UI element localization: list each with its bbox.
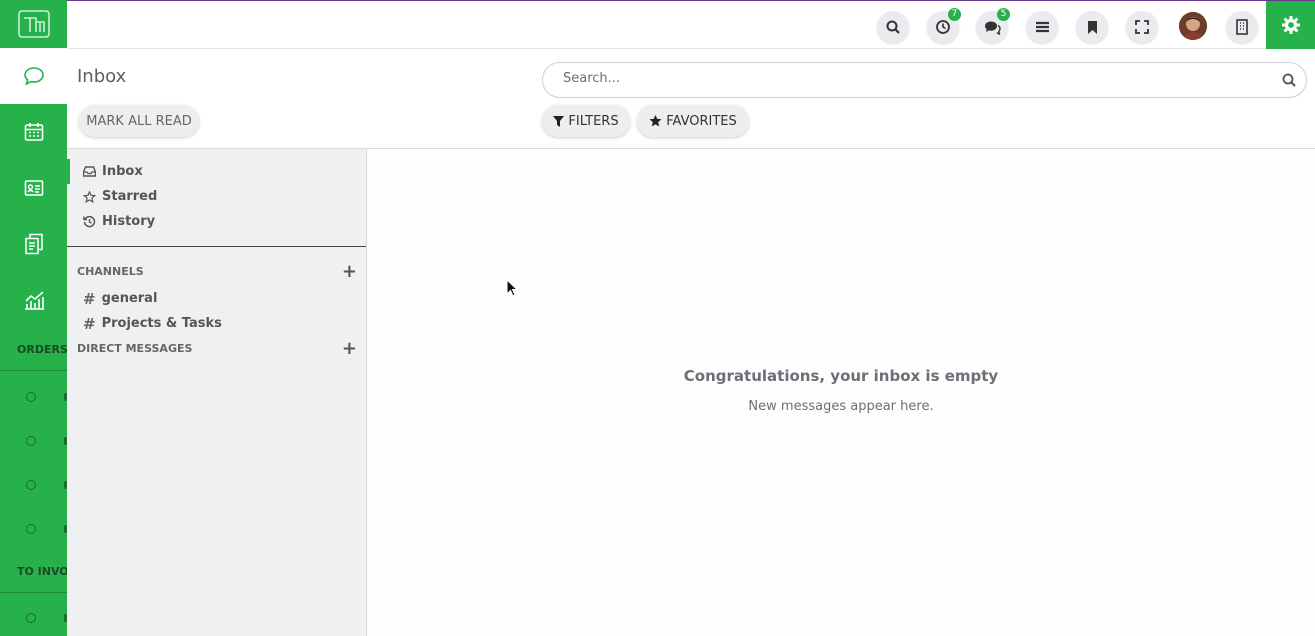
inbox-icon <box>83 166 96 177</box>
add-channel-icon[interactable]: + <box>342 261 357 282</box>
star-icon <box>649 115 662 127</box>
search-bar[interactable] <box>542 62 1307 98</box>
history-icon <box>83 215 96 228</box>
logo-icon <box>17 10 50 38</box>
filters-label: FILTERS <box>568 113 619 129</box>
mailbox-label: Inbox <box>102 164 143 179</box>
contact-card-icon <box>24 180 43 196</box>
mailbox-starred[interactable]: Starred <box>67 184 366 209</box>
direct-messages-header: DIRECT MESSAGES + <box>77 338 357 359</box>
sidebar-subitem[interactable] <box>0 596 67 636</box>
channels-header: CHANNELS + <box>77 261 357 282</box>
bookmark-button[interactable] <box>1076 11 1108 43</box>
user-avatar[interactable] <box>1179 12 1207 40</box>
top-bar: 7 5 <box>67 0 1315 49</box>
mailbox-panel: Inbox Starred History CHANNELS + # gener… <box>67 149 367 636</box>
filter-icon <box>553 115 565 127</box>
sidebar-item-contacts[interactable] <box>0 160 67 216</box>
hash-icon: # <box>83 314 96 333</box>
messages-badge: 5 <box>997 8 1010 21</box>
documents-icon <box>24 233 43 255</box>
channels-title: CHANNELS <box>77 264 144 278</box>
empty-state-subtitle: New messages appear here. <box>748 399 934 414</box>
building-icon <box>1236 19 1248 35</box>
mark-all-read-button[interactable]: MARK ALL READ <box>79 105 199 137</box>
mark-all-read-label: MARK ALL READ <box>86 113 192 129</box>
search-icon <box>1282 73 1296 87</box>
menu-button[interactable] <box>1026 11 1058 43</box>
search-icon <box>886 20 900 34</box>
activities-badge: 7 <box>948 8 961 21</box>
sidebar-section-to-invoice: TO INVO <box>0 551 67 593</box>
sidebar-subitem[interactable] <box>0 419 67 463</box>
sidebar-subitem[interactable] <box>0 463 67 507</box>
mailbox-inbox[interactable]: Inbox <box>67 159 366 184</box>
sidebar-item-documents[interactable] <box>0 216 67 272</box>
favorites-label: FAVORITES <box>666 113 737 129</box>
page-title: Inbox <box>77 66 127 87</box>
sidebar-subitem[interactable] <box>0 375 67 419</box>
hash-icon: # <box>83 289 96 308</box>
bookmark-icon <box>1087 20 1097 34</box>
channel-projects-tasks[interactable]: # Projects & Tasks <box>83 311 222 336</box>
fullscreen-button[interactable] <box>1126 11 1158 43</box>
filters-button[interactable]: FILTERS <box>542 105 630 137</box>
add-direct-message-icon[interactable]: + <box>342 338 357 359</box>
clock-icon <box>936 20 950 34</box>
mouse-cursor-icon <box>506 279 518 297</box>
chart-icon <box>24 291 44 310</box>
expand-icon <box>1135 20 1149 34</box>
chat-bubbles-icon <box>984 21 1001 35</box>
avatar-icon <box>1179 12 1207 40</box>
mailbox-label: History <box>102 214 156 229</box>
sidebar-item-reporting[interactable] <box>0 272 67 328</box>
sidebar-subitem[interactable] <box>0 507 67 551</box>
sidebar-section-orders: ORDERS <box>0 329 67 371</box>
circle-icon <box>26 613 36 623</box>
empty-state-title: Congratulations, your inbox is empty <box>683 367 999 385</box>
search-input[interactable] <box>563 71 1263 86</box>
messages-button[interactable]: 5 <box>976 8 1010 43</box>
control-panel: Inbox MARK ALL READ FILTERS FAVORITES <box>67 49 1315 149</box>
calendar-icon <box>24 123 43 141</box>
channel-general[interactable]: # general <box>83 286 157 311</box>
mailbox-history[interactable]: History <box>67 209 366 234</box>
search-button[interactable] <box>877 11 909 43</box>
circle-icon <box>26 436 36 446</box>
sidebar-item-discuss[interactable] <box>0 48 67 104</box>
circle-icon <box>26 392 36 402</box>
settings-button[interactable] <box>1266 1 1315 49</box>
channel-label: Projects & Tasks <box>101 316 222 331</box>
mailbox-label: Starred <box>102 189 158 204</box>
sidebar-item-calendar[interactable] <box>0 104 67 160</box>
app-switch-button[interactable] <box>1226 11 1258 43</box>
channel-label: general <box>101 291 158 306</box>
app-logo[interactable] <box>0 0 67 48</box>
direct-messages-title: DIRECT MESSAGES <box>77 341 193 355</box>
circle-icon <box>26 480 36 490</box>
circle-icon <box>26 524 36 534</box>
bars-icon <box>1035 21 1049 33</box>
favorites-button[interactable]: FAVORITES <box>637 105 749 137</box>
divider <box>67 246 366 247</box>
app-sidebar: ORDERS TO INVO <box>0 0 67 636</box>
gear-icon <box>1281 16 1300 34</box>
activities-button[interactable]: 7 <box>927 8 961 43</box>
chat-icon <box>23 67 44 86</box>
message-thread: Congratulations, your inbox is empty New… <box>367 149 1315 636</box>
star-outline-icon <box>83 190 96 203</box>
